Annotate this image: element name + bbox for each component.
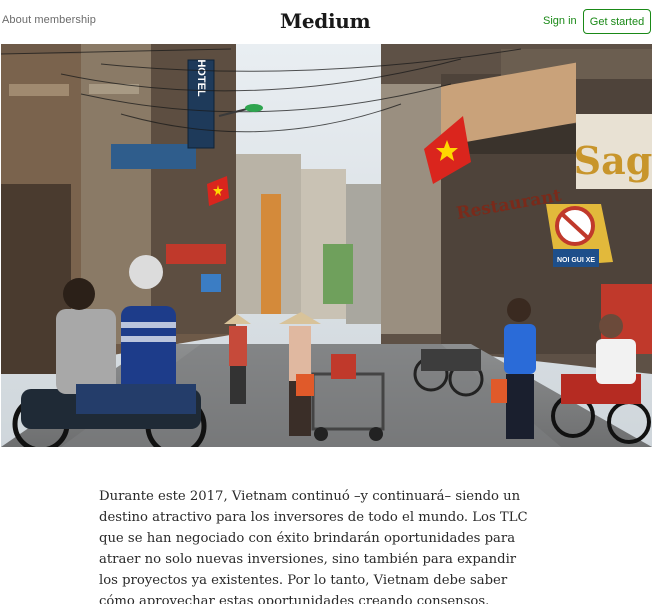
medium-logo[interactable]: Medium — [280, 9, 371, 33]
top-navigation-bar: About membership Medium Sign in Get star… — [0, 0, 660, 44]
hero-image-hanoi-street: HOTEL Restaurant Sag NOI GUI XE — [1, 44, 652, 447]
hotel-sign: HOTEL — [187, 59, 215, 149]
get-started-button[interactable]: Get started — [583, 9, 651, 34]
no-parking-sign: NOI GUI XE — [546, 204, 613, 267]
hotel-sign-text: HOTEL — [195, 59, 207, 97]
about-membership-link[interactable]: About membership — [2, 14, 96, 26]
noi-gui-xe-text: NOI GUI XE — [557, 257, 595, 264]
sign-in-link[interactable]: Sign in — [543, 15, 577, 27]
article-paragraph: Durante este 2017, Vietnam continuó –y c… — [99, 489, 528, 604]
street-scene-illustration: HOTEL Restaurant Sag NOI GUI XE — [1, 44, 652, 447]
sag-sign-text: Sag — [574, 138, 652, 183]
